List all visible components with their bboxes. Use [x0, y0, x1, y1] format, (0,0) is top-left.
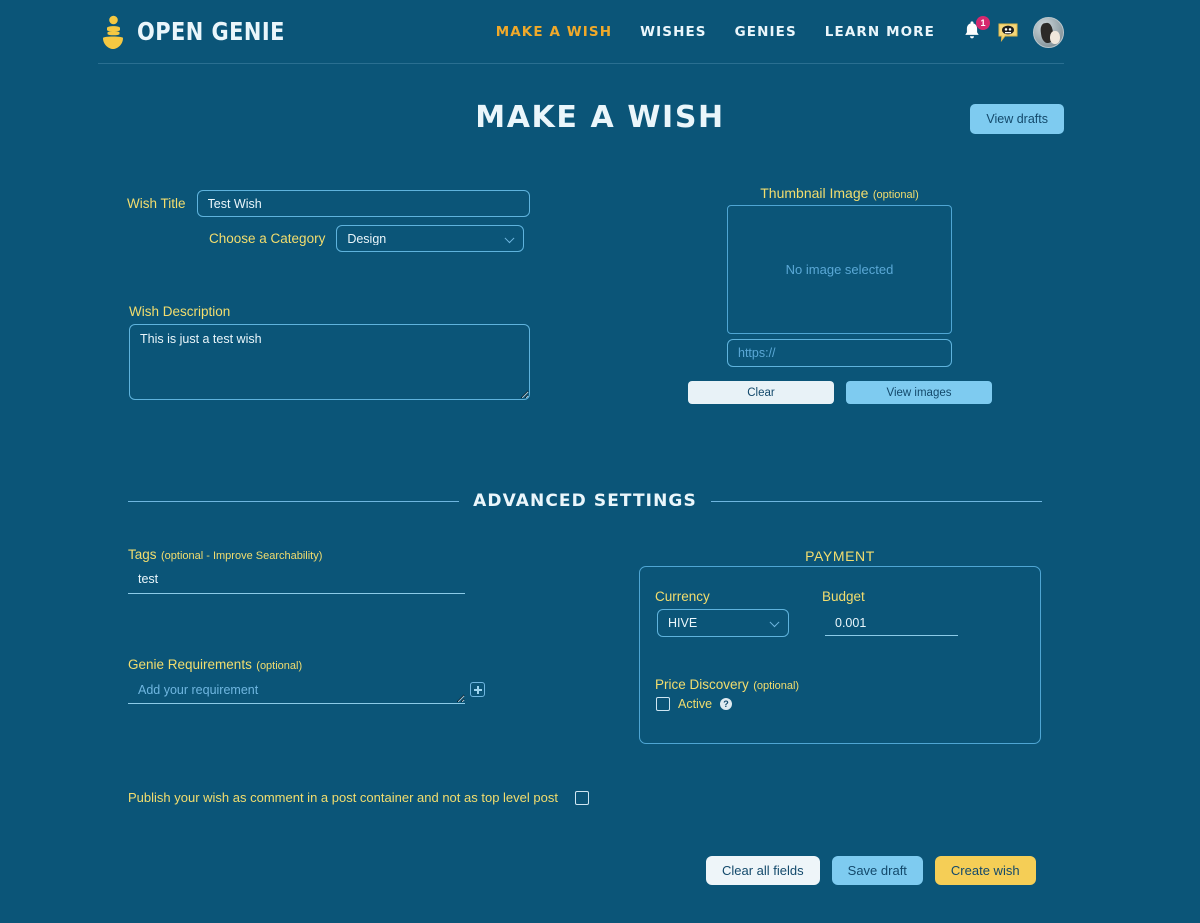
wish-description-label: Wish Description — [129, 304, 231, 319]
budget-input[interactable] — [825, 611, 958, 636]
requirements-label-group: Genie Requirements (optional) — [128, 656, 302, 674]
price-discovery-active-row: Active ? — [656, 697, 733, 711]
thumbnail-dropzone[interactable]: No image selected — [727, 205, 952, 334]
thumbnail-view-images-button[interactable]: View images — [846, 381, 992, 404]
requirements-optional-note: (optional) — [256, 660, 303, 672]
price-discovery-optional-note: (optional) — [753, 680, 800, 692]
tags-optional-note: (optional - Improve Searchability) — [160, 550, 323, 562]
tags-label-group: Tags (optional - Improve Searchability) — [128, 546, 322, 564]
header-inner: OPEN GENIE MAKE A WISH WISHES GENIES LEA… — [98, 0, 1064, 64]
thumbnail-heading: Thumbnail Image (optional) — [727, 185, 952, 203]
divider-line-right — [710, 500, 1043, 502]
price-discovery-active-label: Active — [678, 697, 713, 711]
wish-title-label: Wish Title — [127, 196, 186, 211]
thumbnail-optional-note: (optional) — [872, 189, 919, 201]
nav-item-genies[interactable]: GENIES — [721, 24, 811, 40]
top-header: OPEN GENIE MAKE A WISH WISHES GENIES LEA… — [0, 0, 1200, 65]
header-icon-group: 1 — [961, 16, 1064, 48]
nav-item-wishes[interactable]: WISHES — [626, 24, 720, 40]
price-discovery-label: Price Discovery — [655, 677, 749, 692]
view-drafts-button[interactable]: View drafts — [970, 104, 1064, 134]
currency-select[interactable]: HIVE — [657, 609, 789, 637]
tags-label: Tags — [128, 547, 157, 562]
thumbnail-url-input[interactable] — [727, 339, 952, 367]
currency-select-wrap: HIVE — [657, 609, 789, 637]
category-label: Choose a Category — [209, 231, 326, 246]
wish-title-input[interactable] — [196, 190, 530, 217]
wish-title-field-row: Wish Title — [127, 190, 530, 217]
nav-item-make-a-wish[interactable]: MAKE A WISH — [482, 24, 626, 40]
nav-item-learn-more[interactable]: LEARN MORE — [811, 24, 949, 40]
advanced-settings-title: ADVANCED SETTINGS — [473, 491, 697, 511]
payment-title: PAYMENT — [805, 548, 875, 564]
notification-count-badge: 1 — [976, 16, 990, 30]
budget-label: Budget — [822, 589, 865, 604]
user-avatar[interactable] — [1033, 16, 1064, 48]
tags-input[interactable] — [128, 566, 465, 594]
publish-as-comment-label: Publish your wish as comment in a post c… — [128, 790, 558, 805]
brand-name: OPEN GENIE — [137, 17, 285, 46]
thumbnail-label: Thumbnail Image — [760, 185, 869, 201]
genie-requirements-label: Genie Requirements — [128, 657, 252, 672]
save-draft-button[interactable]: Save draft — [831, 856, 923, 885]
category-select-wrap: Design — [336, 225, 525, 252]
thumbnail-button-row: Clear View images — [688, 381, 992, 404]
genie-lamp-icon — [98, 13, 128, 51]
currency-label: Currency — [655, 589, 710, 604]
advanced-settings-divider: ADVANCED SETTINGS — [128, 491, 1043, 511]
wish-description-textarea[interactable]: This is just a test wish — [129, 324, 530, 400]
category-field-row: Choose a Category Design — [209, 225, 525, 252]
price-discovery-label-group: Price Discovery (optional) — [655, 676, 799, 694]
category-select[interactable]: Design — [336, 225, 525, 252]
main-navigation: MAKE A WISH WISHES GENIES LEARN MORE 1 — [482, 0, 1064, 64]
publish-as-comment-checkbox[interactable] — [574, 790, 589, 805]
chat-bubble-icon[interactable] — [997, 22, 1019, 43]
footer-button-row: Clear all fields Save draft Create wish — [706, 856, 1036, 885]
price-discovery-active-checkbox[interactable] — [656, 697, 670, 711]
plus-icon[interactable] — [470, 682, 485, 697]
genie-requirement-input[interactable] — [128, 679, 465, 704]
brand-logo-link[interactable]: OPEN GENIE — [98, 13, 296, 51]
clear-all-fields-button[interactable]: Clear all fields — [706, 856, 820, 885]
thumbnail-empty-text: No image selected — [785, 262, 894, 277]
publish-as-comment-row: Publish your wish as comment in a post c… — [128, 790, 589, 805]
bell-icon[interactable]: 1 — [961, 16, 990, 44]
create-wish-button[interactable]: Create wish — [934, 856, 1036, 885]
thumbnail-clear-button[interactable]: Clear — [688, 381, 834, 404]
question-mark-icon[interactable]: ? — [720, 698, 733, 710]
divider-line-left — [128, 500, 460, 502]
